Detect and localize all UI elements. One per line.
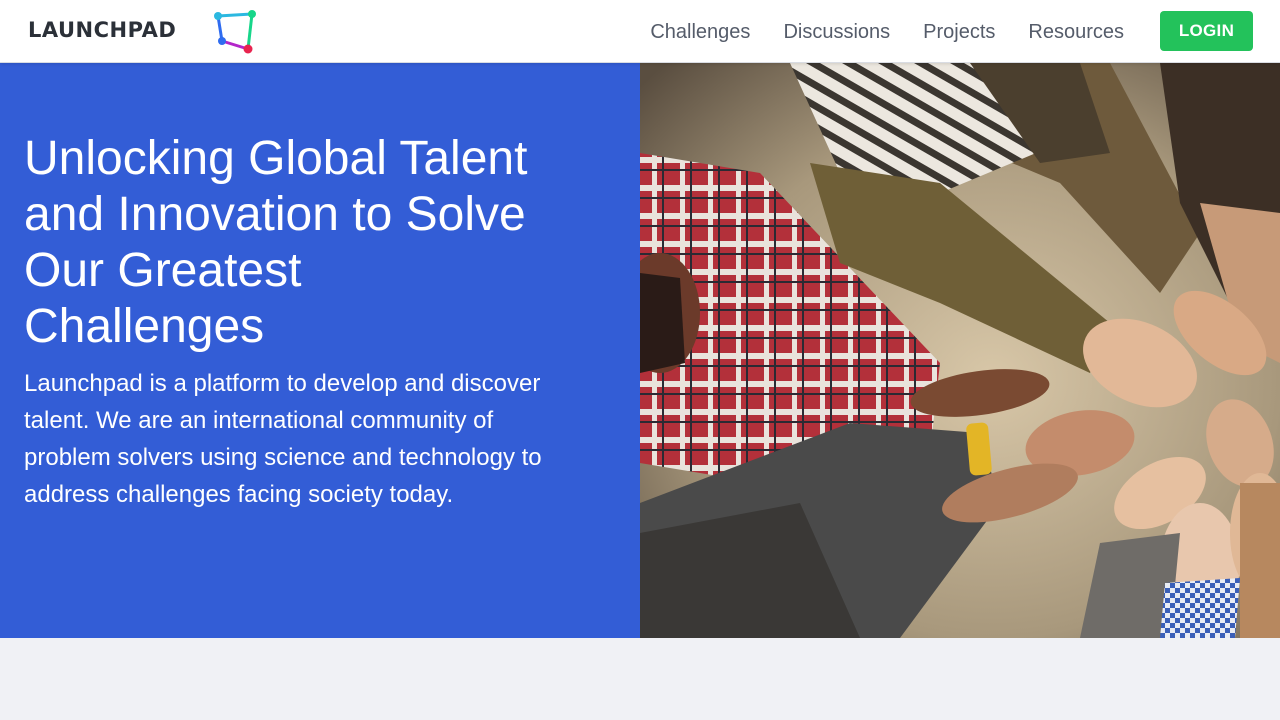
site-header: LAUNCHPAD Challenges Discussions Project… bbox=[0, 0, 1280, 63]
launchpad-logo-icon bbox=[214, 10, 256, 54]
nav-challenges[interactable]: Challenges bbox=[650, 20, 750, 44]
page-background-band bbox=[0, 638, 1280, 720]
hero-description: Launchpad is a platform to develop and d… bbox=[24, 370, 542, 508]
nav-projects[interactable]: Projects bbox=[923, 20, 995, 44]
nav-resources[interactable]: Resources bbox=[1028, 20, 1124, 44]
brand-name: LAUNCHPAD bbox=[28, 18, 177, 42]
hero-panel: Unlocking Global Talent and Innovation t… bbox=[0, 63, 640, 638]
team-hands-photo-icon bbox=[640, 63, 1280, 638]
main-nav: Challenges Discussions Projects Resource… bbox=[650, 20, 1124, 44]
hero-title: Unlocking Global Talent and Innovation t… bbox=[24, 132, 528, 353]
hero-image bbox=[640, 63, 1280, 638]
brand-logo[interactable]: LAUNCHPAD bbox=[28, 10, 256, 54]
login-button[interactable]: LOGIN bbox=[1160, 11, 1253, 51]
nav-discussions[interactable]: Discussions bbox=[783, 20, 890, 44]
